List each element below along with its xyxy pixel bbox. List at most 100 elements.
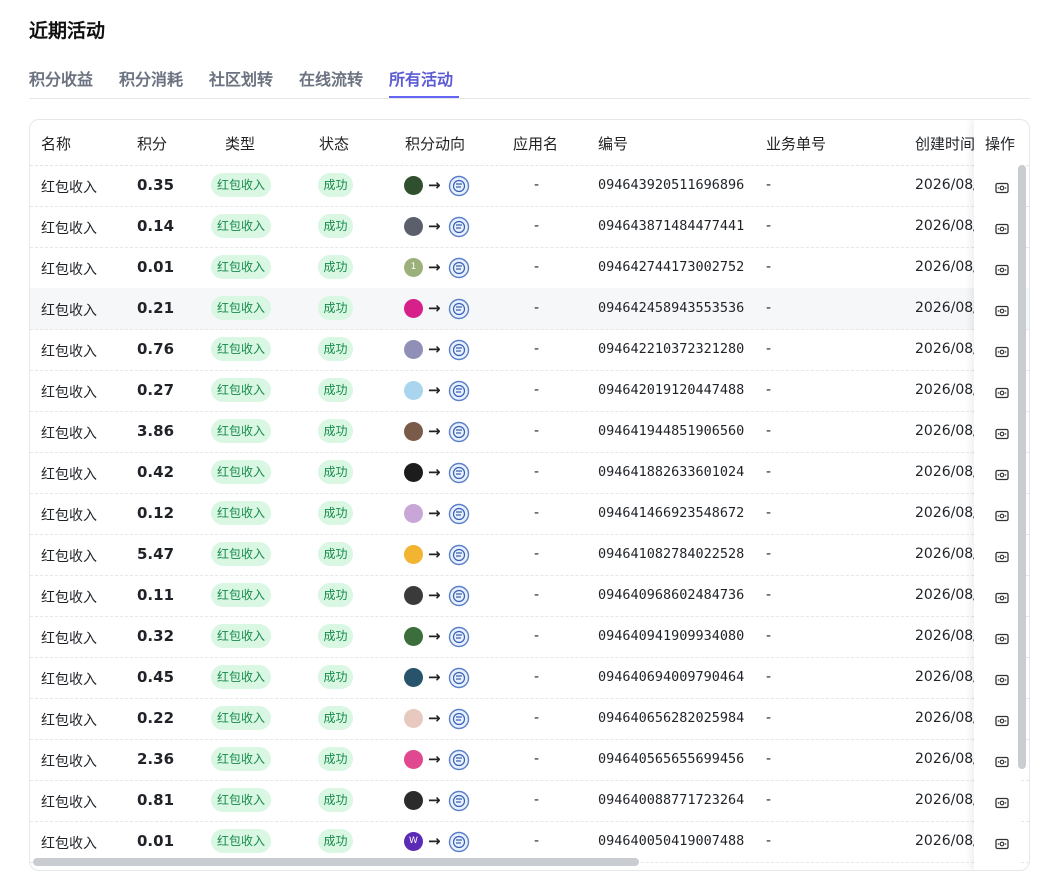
- table-row[interactable]: 红包收入 0.11 红包收入 成功 → - 094640968602484736 - 2026/…: [30, 575, 1029, 617]
- view-ticket-icon[interactable]: [995, 384, 1009, 403]
- view-ticket-icon[interactable]: [995, 548, 1009, 567]
- user-avatar-icon[interactable]: [404, 381, 423, 400]
- user-avatar-icon[interactable]: W: [404, 832, 423, 851]
- row-app: -: [534, 669, 540, 685]
- table-row[interactable]: 红包收入 0.14 红包收入 成功 → - 094643871484477441 - 2026/…: [30, 206, 1029, 248]
- row-created: 2026/08/: [915, 382, 974, 398]
- header-name[interactable]: 名称: [41, 133, 71, 154]
- table-row[interactable]: 红包收入 0.21 红包收入 成功 → - 094642458943553536 - 2026/…: [30, 288, 1029, 330]
- user-avatar-icon[interactable]: [404, 668, 423, 687]
- user-avatar-icon[interactable]: [404, 504, 423, 523]
- row-created: 2026/08/: [915, 300, 974, 316]
- tab-community-transfer[interactable]: 社区划转: [209, 66, 273, 90]
- view-ticket-icon[interactable]: [995, 261, 1009, 280]
- view-ticket-icon[interactable]: [995, 630, 1009, 649]
- table-row[interactable]: 红包收入 0.01 红包收入 成功 W → -094640050419007488-2026…: [30, 821, 1029, 863]
- tab-online-flow[interactable]: 在线流转: [299, 66, 363, 90]
- table-row[interactable]: 红包收入 0.76 红包收入 成功 → - 094642210372321280 - 2026/…: [30, 329, 1029, 371]
- view-ticket-icon[interactable]: [995, 671, 1009, 690]
- row-points: 0.27: [137, 381, 175, 399]
- row-created: 2026/08/: [915, 464, 974, 480]
- header-biz-no[interactable]: 业务单号: [766, 133, 826, 154]
- header-points[interactable]: 积分: [137, 133, 167, 154]
- user-avatar-icon[interactable]: [404, 299, 423, 318]
- row-number: 094640694009790464: [598, 669, 745, 685]
- table-row[interactable]: 红包收入 0.32 红包收入 成功 → - 094640941909934080 - 2026/…: [30, 616, 1029, 658]
- view-ticket-icon[interactable]: [995, 220, 1009, 239]
- tab-points-spend[interactable]: 积分消耗: [119, 66, 183, 90]
- user-avatar-icon[interactable]: [404, 586, 423, 605]
- user-avatar-icon[interactable]: [404, 627, 423, 646]
- type-tag: 红包收入: [211, 255, 271, 279]
- header-number[interactable]: 编号: [598, 133, 628, 154]
- community-app-icon: [448, 175, 470, 201]
- table-row[interactable]: 红包收入 0.27 红包收入 成功 → - 094642019120447488 - 2026/…: [30, 370, 1029, 412]
- row-created: 2026/08/: [915, 505, 974, 521]
- view-ticket-icon[interactable]: [995, 712, 1009, 731]
- view-ticket-icon[interactable]: [995, 753, 1009, 772]
- row-name: 红包收入: [41, 713, 97, 729]
- row-points: 0.12: [137, 504, 175, 522]
- view-ticket-icon[interactable]: [995, 302, 1009, 321]
- type-tag: 红包收入: [211, 788, 271, 812]
- points-flow: →: [404, 544, 474, 566]
- user-avatar-icon[interactable]: [404, 545, 423, 564]
- row-app: -: [534, 464, 540, 480]
- arrow-right-icon: →: [428, 463, 441, 481]
- arrow-right-icon: →: [428, 545, 441, 563]
- table-row[interactable]: 红包收入 3.86 红包收入 成功 → - 094641944851906560 - 2026/…: [30, 411, 1029, 453]
- status-badge: 成功: [318, 747, 353, 771]
- activity-table: 名称 积分 类型 状态 积分动向 应用名 编号 业务单号 创建时间 红包收入 0.…: [29, 119, 1030, 871]
- row-points: 0.14: [137, 217, 175, 235]
- header-app[interactable]: 应用名: [513, 133, 558, 154]
- vertical-scrollbar[interactable]: [1018, 165, 1026, 769]
- horizontal-scrollbar[interactable]: [33, 858, 639, 866]
- view-ticket-icon[interactable]: [995, 507, 1009, 526]
- table-row[interactable]: 红包收入 0.12 红包收入 成功 → - 094641466923548672 - 2026/…: [30, 493, 1029, 535]
- view-ticket-icon[interactable]: [995, 794, 1009, 813]
- header-type[interactable]: 类型: [225, 133, 255, 154]
- row-biz-no: -: [766, 833, 772, 849]
- type-tag: 红包收入: [211, 214, 271, 238]
- view-ticket-icon[interactable]: [995, 425, 1009, 444]
- user-avatar-icon[interactable]: 1: [404, 258, 423, 277]
- view-ticket-icon[interactable]: [995, 466, 1009, 485]
- user-avatar-icon[interactable]: [404, 750, 423, 769]
- table-row[interactable]: 红包收入 5.47 红包收入 成功 → - 094641082784022528 - 2026/…: [30, 534, 1029, 576]
- user-avatar-icon[interactable]: [404, 340, 423, 359]
- table-row[interactable]: 红包收入 0.81 红包收入 成功 → - 094640088771723264 - 2026/…: [30, 780, 1029, 822]
- view-ticket-icon[interactable]: [995, 835, 1009, 854]
- user-avatar-icon[interactable]: [404, 176, 423, 195]
- type-tag: 红包收入: [211, 829, 271, 853]
- tab-points-income[interactable]: 积分收益: [29, 66, 93, 90]
- table-row[interactable]: 红包收入 0.22 红包收入 成功 → - 094640656282025984 - 2026/…: [30, 698, 1029, 740]
- user-avatar-icon[interactable]: [404, 217, 423, 236]
- community-app-icon: [448, 790, 470, 816]
- header-flow[interactable]: 积分动向: [405, 133, 465, 154]
- table-row[interactable]: 红包收入 2.36 红包收入 成功 → - 094640565655699456 - 2026/…: [30, 739, 1029, 781]
- user-avatar-icon[interactable]: [404, 463, 423, 482]
- row-app: -: [534, 710, 540, 726]
- community-app-icon: [448, 749, 470, 775]
- view-ticket-icon[interactable]: [995, 589, 1009, 608]
- active-tab-indicator: [389, 96, 459, 98]
- user-avatar-icon[interactable]: [404, 709, 423, 728]
- view-ticket-icon[interactable]: [995, 179, 1009, 198]
- table-row[interactable]: 红包收入 0.01 红包收入 成功 1 → -094642744173002752-2026…: [30, 247, 1029, 289]
- user-avatar-icon[interactable]: [404, 791, 423, 810]
- header-created[interactable]: 创建时间: [915, 133, 974, 154]
- tab-all-activity[interactable]: 所有活动: [389, 66, 453, 90]
- header-status[interactable]: 状态: [319, 133, 349, 154]
- type-tag: 红包收入: [211, 378, 271, 402]
- user-avatar-icon[interactable]: [404, 422, 423, 441]
- table-row[interactable]: 红包收入 0.42 红包收入 成功 → - 094641882633601024 - 2026/…: [30, 452, 1029, 494]
- row-name: 红包收入: [41, 549, 97, 565]
- row-name: 红包收入: [41, 672, 97, 688]
- table-row[interactable]: 红包收入 0.35 红包收入 成功 → - 094643920511696896 - 2026/…: [30, 165, 1029, 207]
- arrow-right-icon: →: [428, 627, 441, 645]
- table-row[interactable]: 红包收入 0.45 红包收入 成功 → - 094640694009790464 - 2026/…: [30, 657, 1029, 699]
- view-ticket-icon[interactable]: [995, 343, 1009, 362]
- row-number: 094641466923548672: [598, 505, 745, 521]
- status-badge: 成功: [318, 173, 353, 197]
- status-badge: 成功: [318, 419, 353, 443]
